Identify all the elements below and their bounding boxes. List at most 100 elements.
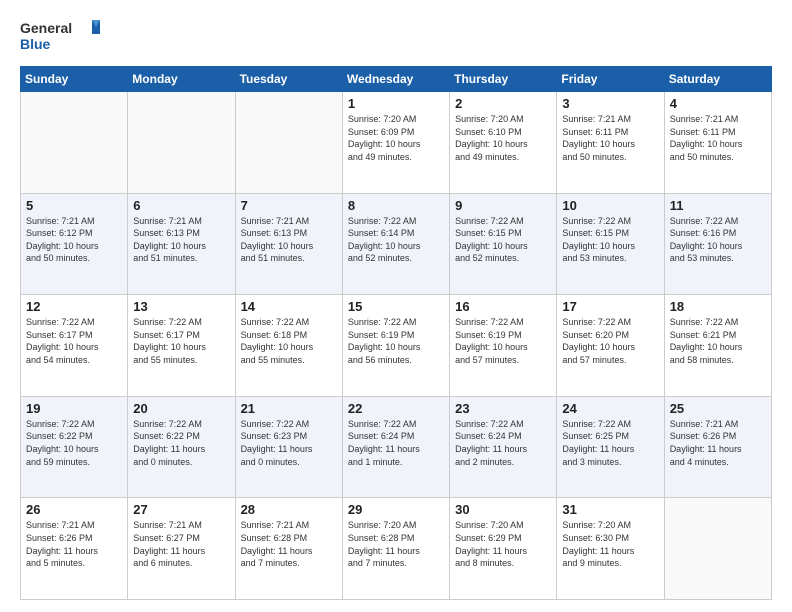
calendar-day-cell: 3Sunrise: 7:21 AM Sunset: 6:11 PM Daylig… [557,92,664,194]
calendar-day-cell: 18Sunrise: 7:22 AM Sunset: 6:21 PM Dayli… [664,295,771,397]
calendar-day-cell: 28 Sunrise: 7:21 AM Sunset: 6:28 PM Dayli… [235,498,342,600]
calendar-day-cell: 16 Sunrise: 7:22 AM Sunset: 6:19 PM Dayli… [450,295,557,397]
day-info: Sunrise: 7:22 AM Sunset: 6:16 PM Dayligh… [670,215,766,265]
calendar-day-cell: 4 Sunrise: 7:21 AM Sunset: 6:11 PM Daylig… [664,92,771,194]
day-info: Sunrise: 7:22 AM Sunset: 6:14 PM Dayligh… [348,215,444,265]
calendar-day-cell: 24 Sunrise: 7:22 AM Sunset: 6:25 PM Dayli… [557,396,664,498]
day-number: 28 [241,502,337,517]
day-info: Sunrise: 7:21 AM Sunset: 6:13 PM Dayligh… [133,215,229,265]
day-number: 22 [348,401,444,416]
svg-text:General: General [20,20,72,36]
day-number: 6 [133,198,229,213]
calendar-week-row: 12 Sunrise: 7:22 AM Sunset: 6:17 PM Dayli… [21,295,772,397]
day-info: Sunrise: 7:22 AM Sunset: 6:15 PM Dayligh… [562,215,658,265]
empty-day-cell [128,92,235,194]
empty-day-cell [664,498,771,600]
logo: General Blue [20,16,100,56]
weekday-header-row: SundayMondayTuesdayWednesdayThursdayFrid… [21,67,772,92]
day-number: 31 [562,502,658,517]
empty-day-cell [21,92,128,194]
day-number: 19 [26,401,122,416]
weekday-header-wednesday: Wednesday [342,67,449,92]
day-info: Sunrise: 7:22 AM Sunset: 6:19 PM Dayligh… [348,316,444,366]
calendar-day-cell: 30 Sunrise: 7:20 AM Sunset: 6:29 PM Dayli… [450,498,557,600]
day-info: Sunrise: 7:22 AM Sunset: 6:15 PM Dayligh… [455,215,551,265]
day-info: Sunrise: 7:20 AM Sunset: 6:10 PM Dayligh… [455,113,551,163]
day-info: Sunrise: 7:22 AM Sunset: 6:24 PM Dayligh… [455,418,551,468]
logo-svg: General Blue [20,16,100,56]
calendar-day-cell: 21Sunrise: 7:22 AM Sunset: 6:23 PM Dayli… [235,396,342,498]
day-number: 7 [241,198,337,213]
calendar-day-cell: 6 Sunrise: 7:21 AM Sunset: 6:13 PM Daylig… [128,193,235,295]
day-number: 16 [455,299,551,314]
calendar-day-cell: 29 Sunrise: 7:20 AM Sunset: 6:28 PM Dayli… [342,498,449,600]
calendar-day-cell: 2 Sunrise: 7:20 AM Sunset: 6:10 PM Daylig… [450,92,557,194]
calendar-day-cell: 15 Sunrise: 7:22 AM Sunset: 6:19 PM Dayli… [342,295,449,397]
calendar-week-row: 1 Sunrise: 7:20 AM Sunset: 6:09 PM Daylig… [21,92,772,194]
calendar-day-cell: 13 Sunrise: 7:22 AM Sunset: 6:17 PM Dayli… [128,295,235,397]
calendar-day-cell: 10 Sunrise: 7:22 AM Sunset: 6:15 PM Dayli… [557,193,664,295]
day-info: Sunrise: 7:20 AM Sunset: 6:29 PM Dayligh… [455,519,551,569]
day-info: Sunrise: 7:21 AM Sunset: 6:27 PM Dayligh… [133,519,229,569]
day-info: Sunrise: 7:21 AM Sunset: 6:12 PM Dayligh… [26,215,122,265]
day-number: 24 [562,401,658,416]
day-info: Sunrise: 7:22 AM Sunset: 6:25 PM Dayligh… [562,418,658,468]
day-number: 1 [348,96,444,111]
weekday-header-monday: Monday [128,67,235,92]
day-number: 15 [348,299,444,314]
calendar-day-cell: 23 Sunrise: 7:22 AM Sunset: 6:24 PM Dayli… [450,396,557,498]
day-number: 11 [670,198,766,213]
day-info: Sunrise: 7:22 AM Sunset: 6:22 PM Dayligh… [133,418,229,468]
calendar-week-row: 5 Sunrise: 7:21 AM Sunset: 6:12 PM Daylig… [21,193,772,295]
day-number: 14 [241,299,337,314]
day-number: 10 [562,198,658,213]
calendar-day-cell: 20 Sunrise: 7:22 AM Sunset: 6:22 PM Dayli… [128,396,235,498]
weekday-header-friday: Friday [557,67,664,92]
calendar-day-cell: 8 Sunrise: 7:22 AM Sunset: 6:14 PM Daylig… [342,193,449,295]
day-number: 13 [133,299,229,314]
day-number: 2 [455,96,551,111]
empty-day-cell [235,92,342,194]
calendar-day-cell: 25 Sunrise: 7:21 AM Sunset: 6:26 PM Dayli… [664,396,771,498]
day-number: 26 [26,502,122,517]
day-number: 4 [670,96,766,111]
day-number: 3 [562,96,658,111]
calendar-day-cell: 31 Sunrise: 7:20 AM Sunset: 6:30 PM Dayli… [557,498,664,600]
day-info: Sunrise: 7:22 AM Sunset: 6:20 PM Dayligh… [562,316,658,366]
day-number: 29 [348,502,444,517]
day-info: Sunrise: 7:21 AM Sunset: 6:26 PM Dayligh… [670,418,766,468]
day-number: 21 [241,401,337,416]
page: General Blue SundayMondayTuesdayWednesda… [0,0,792,612]
day-info: Sunrise: 7:22 AM Sunset: 6:18 PM Dayligh… [241,316,337,366]
day-number: 27 [133,502,229,517]
day-info: Sunrise: 7:21 AM Sunset: 6:26 PM Dayligh… [26,519,122,569]
day-info: Sunrise: 7:22 AM Sunset: 6:21 PM Dayligh… [670,316,766,366]
day-number: 23 [455,401,551,416]
day-number: 12 [26,299,122,314]
calendar-day-cell: 5 Sunrise: 7:21 AM Sunset: 6:12 PM Daylig… [21,193,128,295]
day-number: 30 [455,502,551,517]
calendar-day-cell: 7Sunrise: 7:21 AM Sunset: 6:13 PM Daylig… [235,193,342,295]
day-number: 17 [562,299,658,314]
day-info: Sunrise: 7:20 AM Sunset: 6:09 PM Dayligh… [348,113,444,163]
day-info: Sunrise: 7:22 AM Sunset: 6:17 PM Dayligh… [133,316,229,366]
header: General Blue [20,16,772,56]
day-info: Sunrise: 7:22 AM Sunset: 6:17 PM Dayligh… [26,316,122,366]
day-info: Sunrise: 7:20 AM Sunset: 6:30 PM Dayligh… [562,519,658,569]
calendar-day-cell: 11 Sunrise: 7:22 AM Sunset: 6:16 PM Dayli… [664,193,771,295]
weekday-header-tuesday: Tuesday [235,67,342,92]
day-info: Sunrise: 7:21 AM Sunset: 6:28 PM Dayligh… [241,519,337,569]
day-number: 8 [348,198,444,213]
calendar-week-row: 19 Sunrise: 7:22 AM Sunset: 6:22 PM Dayli… [21,396,772,498]
calendar-day-cell: 27 Sunrise: 7:21 AM Sunset: 6:27 PM Dayli… [128,498,235,600]
day-info: Sunrise: 7:21 AM Sunset: 6:11 PM Dayligh… [670,113,766,163]
day-info: Sunrise: 7:20 AM Sunset: 6:28 PM Dayligh… [348,519,444,569]
calendar-table: SundayMondayTuesdayWednesdayThursdayFrid… [20,66,772,600]
day-info: Sunrise: 7:22 AM Sunset: 6:19 PM Dayligh… [455,316,551,366]
svg-text:Blue: Blue [20,36,51,52]
day-number: 5 [26,198,122,213]
day-number: 20 [133,401,229,416]
weekday-header-thursday: Thursday [450,67,557,92]
day-number: 25 [670,401,766,416]
day-info: Sunrise: 7:22 AM Sunset: 6:24 PM Dayligh… [348,418,444,468]
